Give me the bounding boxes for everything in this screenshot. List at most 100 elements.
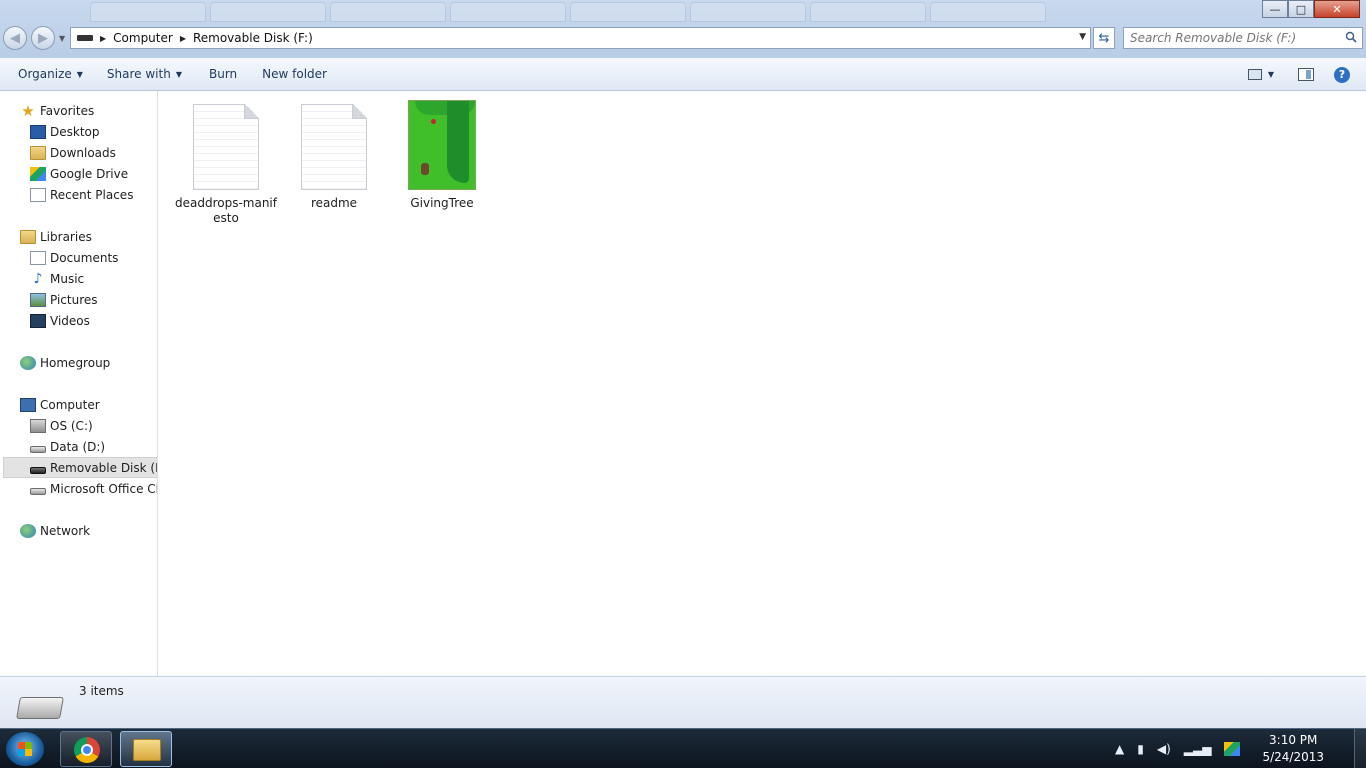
file-list-view[interactable]: deaddrops-manif esto readme GivingTree <box>159 91 1366 676</box>
battery-icon[interactable]: ▮ <box>1137 742 1144 756</box>
address-bar[interactable]: ▶ Computer ▶ Removable Disk (F:) ▼ <box>70 27 1091 49</box>
share-with-menu[interactable]: Share with ▼ <box>98 58 191 91</box>
sidebar-item-removable-disk[interactable]: Removable Disk (F:) <box>3 457 158 478</box>
back-button[interactable]: ◀ <box>3 26 27 50</box>
chevron-right-icon[interactable]: ▶ <box>100 34 106 43</box>
google-drive-tray-icon[interactable] <box>1224 742 1241 756</box>
ghost-tab <box>90 2 206 22</box>
search-icon[interactable] <box>1345 31 1357 43</box>
network-signal-icon[interactable]: ▂▃▅ <box>1184 742 1212 756</box>
new-folder-label: New folder <box>262 67 327 81</box>
sidebar-item-data-d[interactable]: Data (D:) <box>0 436 157 457</box>
ghost-tab <box>330 2 446 22</box>
taskbar-chrome-button[interactable] <box>60 731 112 767</box>
breadcrumb-removable-disk[interactable]: Removable Disk (F:) <box>193 31 313 45</box>
clock-time: 3:10 PM <box>1269 733 1318 747</box>
sidebar-item-pictures[interactable]: Pictures <box>0 289 157 310</box>
file-item-readme[interactable]: readme <box>280 104 388 211</box>
sidebar-item-desktop[interactable]: Desktop <box>0 121 157 142</box>
file-name: deaddrops-manif esto <box>172 196 280 226</box>
chevron-right-icon[interactable]: ▶ <box>180 34 186 43</box>
start-button[interactable] <box>6 732 44 766</box>
volume-icon[interactable]: ◀) <box>1157 742 1171 756</box>
maximize-button[interactable]: □ <box>1288 0 1314 18</box>
command-bar: Organize ▼ Share with ▼ Burn New folder … <box>0 58 1366 91</box>
sidebar-item-label: OS (C:) <box>50 418 93 433</box>
recent-places-icon <box>30 187 46 202</box>
organize-label: Organize <box>18 67 72 81</box>
sidebar-libraries[interactable]: Libraries <box>0 226 157 247</box>
computer-icon <box>20 397 36 412</box>
refresh-button[interactable]: ⇆ <box>1093 27 1115 49</box>
search-box[interactable] <box>1123 27 1363 49</box>
libraries-icon <box>20 229 36 244</box>
sidebar-item-os-c[interactable]: OS (C:) <box>0 415 157 436</box>
windows-explorer-icon <box>133 739 161 761</box>
new-folder-button[interactable]: New folder <box>253 58 336 91</box>
text-document-icon <box>193 104 259 190</box>
show-hidden-icons-icon[interactable]: ▲ <box>1115 742 1124 756</box>
preview-pane-icon[interactable] <box>1298 68 1314 81</box>
help-icon[interactable]: ? <box>1334 66 1350 83</box>
sidebar-item-label: Music <box>50 271 85 286</box>
file-name-line: esto <box>213 211 239 225</box>
sidebar-item-label: Removable Disk (F:) <box>50 460 158 475</box>
sidebar-homegroup[interactable]: Homegroup <box>0 352 157 373</box>
search-input[interactable] <box>1130 31 1330 45</box>
burn-button[interactable]: Burn <box>200 58 246 91</box>
breadcrumb-computer[interactable]: Computer <box>113 31 173 45</box>
downloads-folder-icon <box>30 145 46 160</box>
system-tray: ▲ ▮ ◀) ▂▃▅ 3:10 PM 5/24/2013 <box>1115 729 1366 768</box>
sidebar-item-documents[interactable]: Documents <box>0 247 157 268</box>
clock-date: 5/24/2013 <box>1262 750 1324 764</box>
recent-pages-dropdown[interactable]: ▼ <box>59 34 65 43</box>
apple <box>431 119 436 124</box>
taskbar-explorer-button[interactable] <box>120 731 172 767</box>
sidebar-computer-label: Computer <box>40 397 100 412</box>
desktop-icon <box>30 124 46 139</box>
pictures-icon <box>30 292 46 307</box>
forward-button[interactable]: ▶ <box>31 26 55 50</box>
sidebar-item-label: Desktop <box>50 124 100 139</box>
burn-label: Burn <box>208 67 238 81</box>
back-arrow-icon: ◀ <box>10 30 20 46</box>
ghost-tab <box>930 2 1046 22</box>
sidebar-item-label: Videos <box>50 313 90 328</box>
show-desktop-button[interactable] <box>1354 729 1366 768</box>
sidebar-item-recent-places[interactable]: Recent Places <box>0 184 157 205</box>
windows-logo-icon <box>18 742 32 756</box>
minimize-button[interactable]: — <box>1262 0 1288 18</box>
view-options-dropdown[interactable]: ▼ <box>1268 70 1274 79</box>
navigation-pane: ★ Favorites Desktop Downloads Google Dri… <box>0 91 158 676</box>
chevron-down-icon: ▼ <box>76 69 83 79</box>
google-drive-icon <box>30 166 46 181</box>
removable-drive-icon <box>77 35 93 41</box>
sidebar-favorites[interactable]: ★ Favorites <box>0 100 157 121</box>
sidebar-item-office-click-to-run[interactable]: Microsoft Office Clic <box>0 478 157 499</box>
removable-drive-icon <box>30 467 46 474</box>
change-view-icon[interactable] <box>1247 69 1262 80</box>
hard-drive-icon <box>30 488 46 495</box>
clock[interactable]: 3:10 PM 5/24/2013 <box>1262 732 1324 766</box>
organize-menu[interactable]: Organize ▼ <box>9 58 92 91</box>
file-item-deaddrops-manifesto[interactable]: deaddrops-manif esto <box>172 104 280 226</box>
background-browser-tabs <box>90 2 1046 24</box>
sidebar-item-music[interactable]: ♪ Music <box>0 268 157 289</box>
chrome-icon <box>74 737 100 763</box>
tree-trunk <box>447 101 469 183</box>
sidebar-computer[interactable]: Computer <box>0 394 157 415</box>
file-item-givingtree[interactable]: GivingTree <box>388 100 496 211</box>
hard-drive-icon <box>30 446 46 453</box>
boy-figure <box>421 163 429 175</box>
share-with-label: Share with <box>106 67 171 81</box>
music-note-icon: ♪ <box>33 270 43 287</box>
sidebar-item-google-drive[interactable]: Google Drive <box>0 163 157 184</box>
sidebar-network[interactable]: Network <box>0 520 157 541</box>
image-thumbnail <box>408 100 476 190</box>
sidebar-item-label: Documents <box>50 250 119 265</box>
sidebar-network-label: Network <box>40 523 91 538</box>
address-history-dropdown[interactable]: ▼ <box>1079 32 1086 42</box>
close-button[interactable]: ✕ <box>1314 0 1360 18</box>
sidebar-item-videos[interactable]: Videos <box>0 310 157 331</box>
sidebar-item-downloads[interactable]: Downloads <box>0 142 157 163</box>
